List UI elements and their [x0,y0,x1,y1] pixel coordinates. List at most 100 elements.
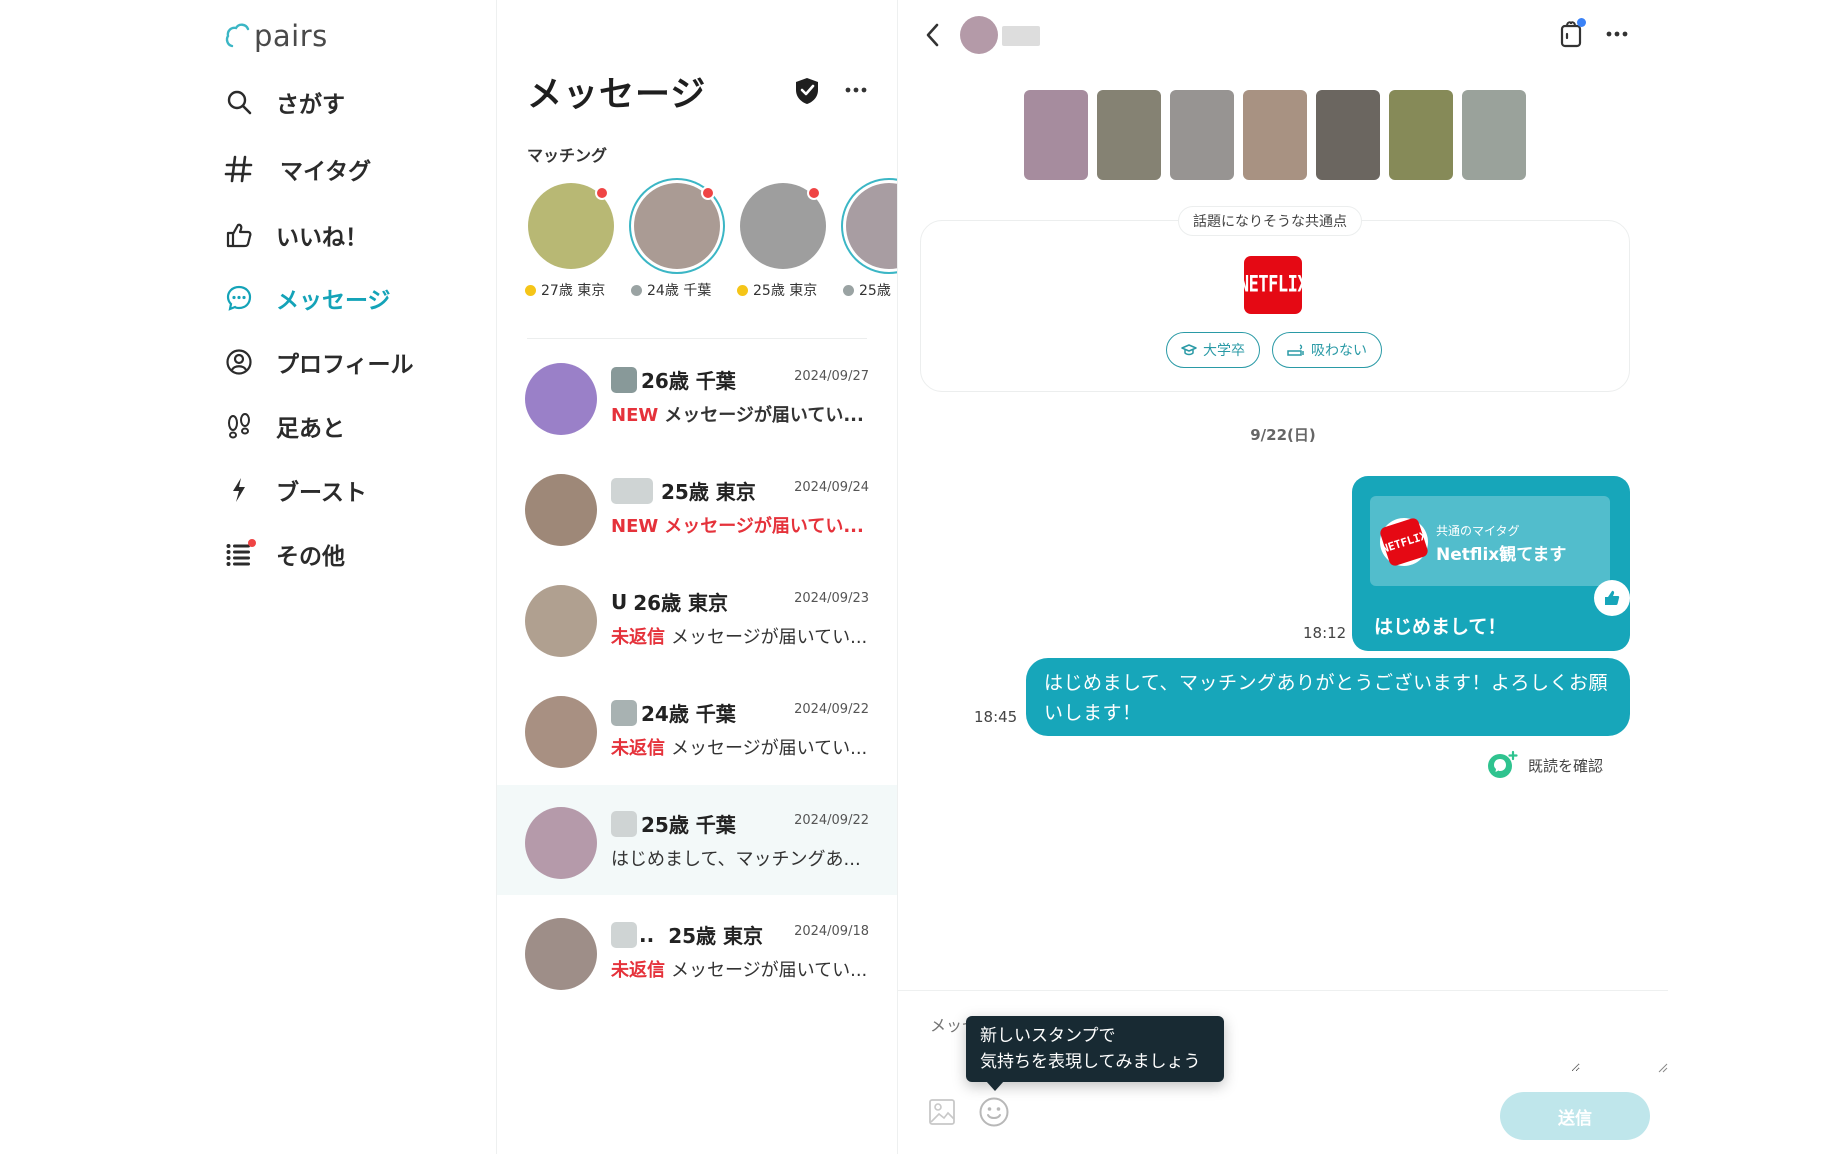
tag-education[interactable]: 大学卒 [1166,332,1260,368]
mytag-card[interactable]: NETFLIX 共通のマイタグ Netflix観てます [1370,496,1630,616]
chat-header [898,0,1668,70]
unreplied-badge: 未返信 [611,627,665,648]
sidebar-item-label: 足あと [276,416,345,442]
conversation-preview: NEW メッセージが届いてい... [611,516,864,537]
conversation-item-selected[interactable]: 25歳 千葉 2024/09/22 はじめまして、マッチングあ... [497,785,897,895]
conversation-item[interactable]: U 26歳 東京 2024/09/23 未返信 メッセージが届いてい... [497,563,897,673]
sidebar-item-footprints[interactable]: 足あと [224,404,345,448]
read-receipt-icon [1486,748,1520,782]
shield-icon[interactable] [793,76,821,106]
match-card[interactable]: 25歳 東京 [737,180,829,300]
match-card[interactable]: 25歳 [843,180,897,300]
match-info: 27歳 東京 [525,280,605,300]
sidebar-item-label: メッセージ [276,288,391,314]
read-receipt-button[interactable]: 既読を確認 [1486,748,1603,782]
new-badge: NEW [611,516,659,537]
photo-thumbnail[interactable] [1170,90,1234,180]
message-time: 18:45 [974,708,1018,726]
sidebar-item-mytag[interactable]: マイタグ [224,147,371,191]
match-card[interactable]: 27歳 東京 [525,180,617,300]
conversation-name: 25歳 千葉 [611,809,736,838]
sticker-smile-icon[interactable] [978,1096,1010,1128]
conversation-item[interactable]: 25歳 東京 2024/09/24 NEW メッセージが届いてい... [497,452,897,562]
thumbs-up-icon [224,220,254,250]
photo-thumbnail[interactable] [1024,90,1088,180]
conversation-item[interactable]: 26歳 千葉 2024/09/27 NEW メッセージが届いてい... [497,341,897,451]
search-icon [224,87,254,117]
sidebar-item-label: その他 [276,544,345,570]
name-placeholder [611,921,637,948]
more-options-icon[interactable] [1602,22,1632,46]
sidebar-item-search[interactable]: さがす [224,80,345,124]
partner-name-placeholder [1002,26,1040,46]
matching-carousel: 27歳 東京 24歳 千葉 25歳 東京 25歳 [525,180,897,300]
sidebar-item-label: いいね！ [276,225,368,251]
gift-icon[interactable] [1558,18,1588,50]
unread-dot [701,186,715,200]
conversation-date: 2024/09/23 [794,591,869,606]
conversation-item[interactable]: 24歳 千葉 2024/09/22 未返信 メッセージが届いてい... [497,674,897,784]
page-title: メッセージ [527,75,707,115]
match-info: 25歳 [843,280,891,300]
graduation-cap-icon [1181,344,1197,356]
partner-avatar[interactable] [960,16,998,54]
logo-text: pairs [254,19,328,53]
resize-handle-icon[interactable] [1656,1058,1668,1073]
mytag-text: Netflix観てます [1436,545,1567,565]
image-upload-icon[interactable] [928,1096,958,1128]
conversation-item[interactable]: .. 25歳 東京 2024/09/18 未返信 メッセージが届いてい... [497,896,897,1006]
netflix-logo-small: NETFLIX [1378,516,1430,568]
back-arrow-icon[interactable] [920,20,944,50]
mytag-message-bubble[interactable]: NETFLIX 共通のマイタグ Netflix観てます はじめまして！ [1352,476,1630,651]
read-receipt-label: 既読を確認 [1528,756,1604,775]
photo-thumbnail[interactable] [1243,90,1307,180]
pairs-app: pairs さがす マイタグ いいね！ メッセージ プロフィール 足あと ブース… [0,0,1846,1154]
message-list-panel: メッセージ マッチング 27歳 東京 24歳 千葉 25歳 東京 25歳 26歳… [496,0,898,1154]
mytag-label: 共通のマイタグ [1436,524,1520,538]
pairs-logo[interactable]: pairs [224,16,328,56]
avatar [846,183,897,269]
cloud-logo-icon [225,23,250,48]
match-card[interactable]: 24歳 千葉 [631,180,723,300]
unread-dot [595,186,609,200]
sidebar-item-label: マイタグ [280,159,372,185]
photo-thumbnail[interactable] [1097,90,1161,180]
conversation-preview: はじめまして、マッチングあ... [611,849,861,870]
photo-thumbnail[interactable] [1462,90,1526,180]
message-text: はじめまして！ [1374,616,1507,638]
chat-bubble-icon [224,283,254,313]
unread-dot [807,186,821,200]
conversation-name: 26歳 千葉 [611,365,736,394]
list-icon [224,539,256,569]
avatar [525,363,597,435]
send-button[interactable]: 送信 [1500,1092,1650,1140]
new-badge: NEW [611,405,659,426]
matching-section-label: マッチング [527,146,608,165]
offline-status-dot [631,284,642,296]
common-points-title: 話題になりそうな共通点 [1178,206,1362,236]
sidebar-item-messages[interactable]: メッセージ [224,276,391,320]
message-bubble[interactable]: はじめまして、マッチングありがとうございます！よろしくお願いします！ [1026,658,1630,736]
sidebar-item-profile[interactable]: プロフィール [224,340,414,384]
sidebar-item-more[interactable]: その他 [224,532,345,576]
avatar [525,585,597,657]
netflix-logo[interactable]: NETFLIX [1244,256,1302,314]
conversation-date: 2024/09/22 [794,813,869,828]
thumbs-up-icon[interactable] [1594,580,1630,616]
sidebar-item-likes[interactable]: いいね！ [224,213,368,257]
tag-smoking[interactable]: 吸わない [1272,332,1382,368]
more-options-icon[interactable] [841,78,871,102]
photo-thumbnail[interactable] [1389,90,1453,180]
conversation-date: 2024/09/24 [794,480,869,495]
tooltip-line: 気持ちを表現してみましょう [980,1052,1201,1072]
date-separator: 9/22(日) [1250,426,1316,444]
avatar [525,696,597,768]
name-placeholder [611,366,637,393]
no-smoking-icon [1287,344,1304,356]
user-circle-icon [224,347,254,377]
photo-thumbnail[interactable] [1316,90,1380,180]
lightning-icon [224,475,254,505]
unreplied-badge: 未返信 [611,960,665,981]
divider [527,338,867,339]
sidebar-item-boost[interactable]: ブースト [224,468,367,512]
